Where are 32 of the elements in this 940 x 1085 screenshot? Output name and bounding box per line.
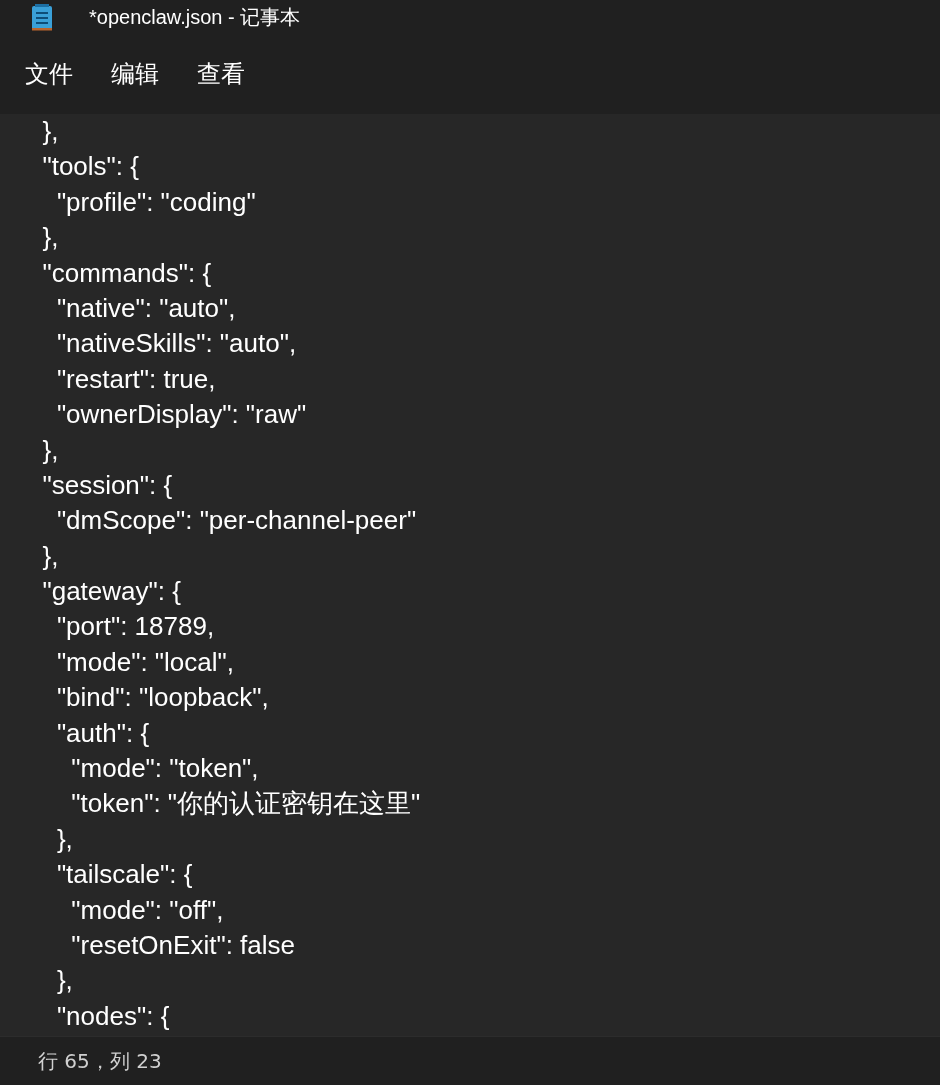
code-line: }, xyxy=(41,115,60,148)
code-line: "tailscale": { xyxy=(55,858,194,892)
code-line: "nativeSkills": "auto", xyxy=(55,327,298,361)
code-line: "mode": "local", xyxy=(55,645,235,679)
menu-item[interactable]: 查看 xyxy=(184,52,258,96)
code-line: "native": "auto", xyxy=(55,291,237,325)
code-line: "ownerDisplay": "raw" xyxy=(55,398,308,432)
code-line: "auth": { xyxy=(55,716,151,750)
code-line: "token": "你的认证密钥在这里" xyxy=(70,787,422,821)
code-line: "resetOnExit": false xyxy=(70,929,296,962)
code-line: }, xyxy=(41,539,60,573)
menu-item[interactable]: 编辑 xyxy=(98,52,172,96)
code-line: "gateway": { xyxy=(41,575,182,609)
code-line: "nodes": { xyxy=(55,999,171,1033)
code-line: "dmScope": "per-channel-peer" xyxy=(55,504,418,538)
code-line: }, xyxy=(41,221,60,255)
notepad-icon xyxy=(31,3,53,31)
code-line: }, xyxy=(55,964,74,998)
code-line: "restart": true, xyxy=(55,362,217,396)
menu-item[interactable]: 文件 xyxy=(12,52,86,96)
code-line: "port": 18789, xyxy=(55,610,216,644)
code-line: "session": { xyxy=(41,468,174,502)
code-line: "mode": "token", xyxy=(70,752,260,786)
code-line: }, xyxy=(55,822,74,856)
code-line: "bind": "loopback", xyxy=(55,681,270,715)
code-line: "tools": { xyxy=(41,150,140,184)
window-title: *openclaw.json - 记事本 xyxy=(89,4,301,30)
code-line: "commands": { xyxy=(41,256,213,290)
code-line: }, xyxy=(41,433,60,467)
code-line: "profile": "coding" xyxy=(55,185,257,219)
cursor-position: 行 65，列 23 xyxy=(38,1047,162,1075)
code-line: "mode": "off", xyxy=(70,893,225,927)
